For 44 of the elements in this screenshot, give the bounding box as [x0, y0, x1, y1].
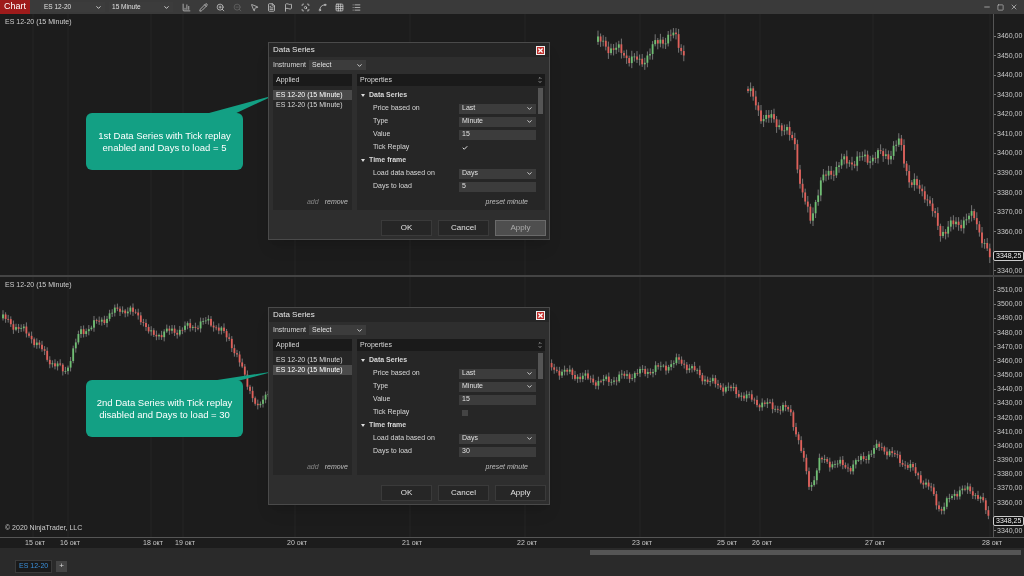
dialog-title: Data Series	[273, 44, 315, 56]
caret-icon	[356, 326, 364, 334]
close-icon[interactable]	[1010, 3, 1018, 11]
dialog-button[interactable]: OK	[381, 220, 432, 236]
dialog-button[interactable]: Apply	[495, 485, 546, 501]
dialog-button[interactable]: OK	[381, 485, 432, 501]
maximize-icon[interactable]	[997, 3, 1004, 11]
close-button[interactable]	[536, 45, 545, 55]
caret-icon	[526, 435, 533, 442]
collapse-triangle-icon[interactable]	[361, 359, 365, 362]
close-icon	[537, 46, 544, 54]
caret-icon	[95, 3, 102, 11]
scrollbar[interactable]	[538, 88, 543, 114]
caret-icon	[526, 170, 533, 177]
tick-replay-checkbox[interactable]	[462, 144, 468, 151]
scroll-arrows-icon[interactable]	[538, 76, 542, 84]
scrollbar[interactable]	[538, 353, 543, 379]
chart-button[interactable]: Chart	[0, 0, 30, 14]
flag-icon[interactable]	[284, 2, 293, 12]
zoom-in-icon[interactable]	[216, 2, 225, 12]
scrollbar-thumb[interactable]	[590, 549, 1021, 555]
dialog-button[interactable]: Cancel	[438, 485, 489, 501]
minimize-icon[interactable]	[983, 3, 991, 11]
horizontal-scrollbar[interactable]	[0, 548, 1024, 556]
caret-icon	[163, 3, 170, 11]
dialog-title: Data Series	[273, 309, 315, 321]
close-button[interactable]	[536, 310, 545, 320]
tick-replay-checkbox[interactable]	[462, 409, 468, 416]
collapse-triangle-icon[interactable]	[361, 94, 365, 97]
scroll-arrows-icon[interactable]	[538, 341, 542, 349]
collapse-triangle-icon[interactable]	[361, 424, 365, 427]
scan-icon[interactable]	[301, 2, 310, 12]
bar-chart-icon[interactable]	[182, 2, 191, 12]
caret-icon	[356, 61, 364, 69]
line-icon[interactable]	[318, 2, 327, 12]
add-tab-button[interactable]: +	[56, 560, 68, 572]
close-icon	[537, 311, 544, 319]
grid-icon[interactable]	[335, 2, 344, 12]
pencil-icon[interactable]	[199, 2, 208, 12]
document-icon[interactable]	[267, 2, 276, 12]
list-icon[interactable]	[352, 2, 361, 12]
dialog-button[interactable]: Cancel	[438, 220, 489, 236]
pointer-icon[interactable]	[250, 2, 259, 12]
collapse-triangle-icon[interactable]	[361, 159, 365, 162]
